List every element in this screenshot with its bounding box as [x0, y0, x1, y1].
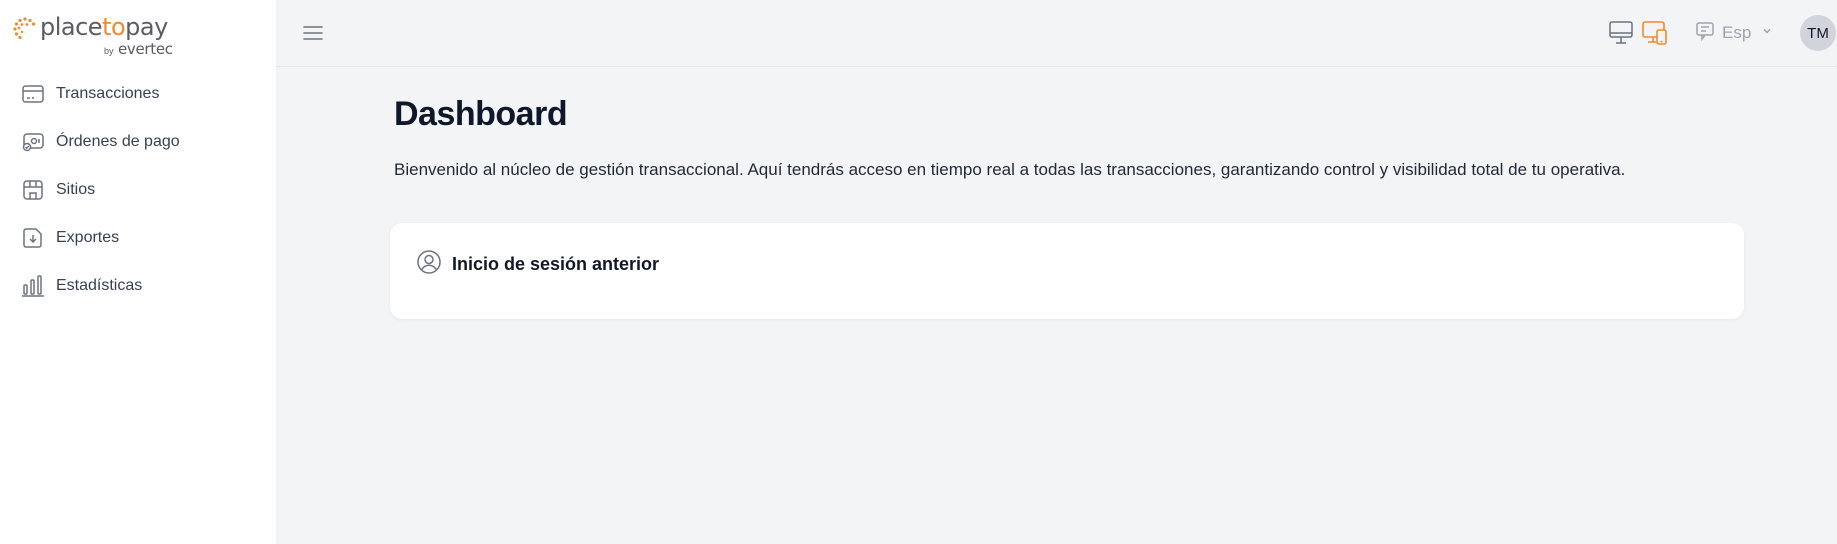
card-header: Inicio de sesión anterior — [416, 249, 659, 280]
hamburger-icon[interactable] — [300, 20, 326, 46]
user-avatar[interactable]: TM — [1800, 15, 1836, 51]
user-circle-icon — [416, 249, 442, 280]
language-icon — [1694, 20, 1716, 47]
responsive-view-icon[interactable] — [1640, 18, 1670, 48]
sidebar-item-estadisticas[interactable]: Estadísticas — [20, 266, 260, 306]
card-icon — [20, 81, 46, 107]
sidebar-item-label: Transacciones — [56, 85, 160, 102]
store-icon — [20, 177, 46, 203]
page-description: Bienvenido al núcleo de gestión transacc… — [394, 160, 1626, 179]
card-title: Inicio de sesión anterior — [452, 254, 660, 274]
logo-byline: by evertec — [104, 40, 173, 58]
chevron-down-icon — [1761, 24, 1773, 42]
sidebar: placetopay by evertec Transacciones Órde… — [0, 0, 276, 544]
sidebar-item-label: Sitios — [56, 181, 96, 198]
logo-dots-icon — [13, 17, 36, 40]
sidebar-item-label: Estadísticas — [56, 277, 143, 294]
sidebar-item-exportes[interactable]: Exportes — [20, 218, 260, 258]
bar-chart-icon — [20, 273, 46, 299]
sidebar-item-transacciones[interactable]: Transacciones — [20, 74, 260, 114]
desktop-view-icon[interactable] — [1606, 18, 1636, 48]
logo-wordmark: placetopay — [40, 13, 168, 41]
sidebar-item-label: Exportes — [56, 229, 120, 246]
payment-order-icon — [20, 129, 46, 155]
sidebar-item-label: Órdenes de pago — [56, 133, 180, 150]
language-selector[interactable]: Esp — [1694, 18, 1773, 48]
topbar: Esp TM — [276, 0, 1837, 67]
sidebar-item-ordenes-de-pago[interactable]: Órdenes de pago — [20, 122, 260, 162]
language-label: Esp — [1722, 23, 1752, 42]
page-title: Dashboard — [394, 95, 568, 133]
sidebar-item-sitios[interactable]: Sitios — [20, 170, 260, 210]
previous-login-card: Inicio de sesión anterior — [390, 223, 1744, 319]
export-icon — [20, 225, 46, 251]
